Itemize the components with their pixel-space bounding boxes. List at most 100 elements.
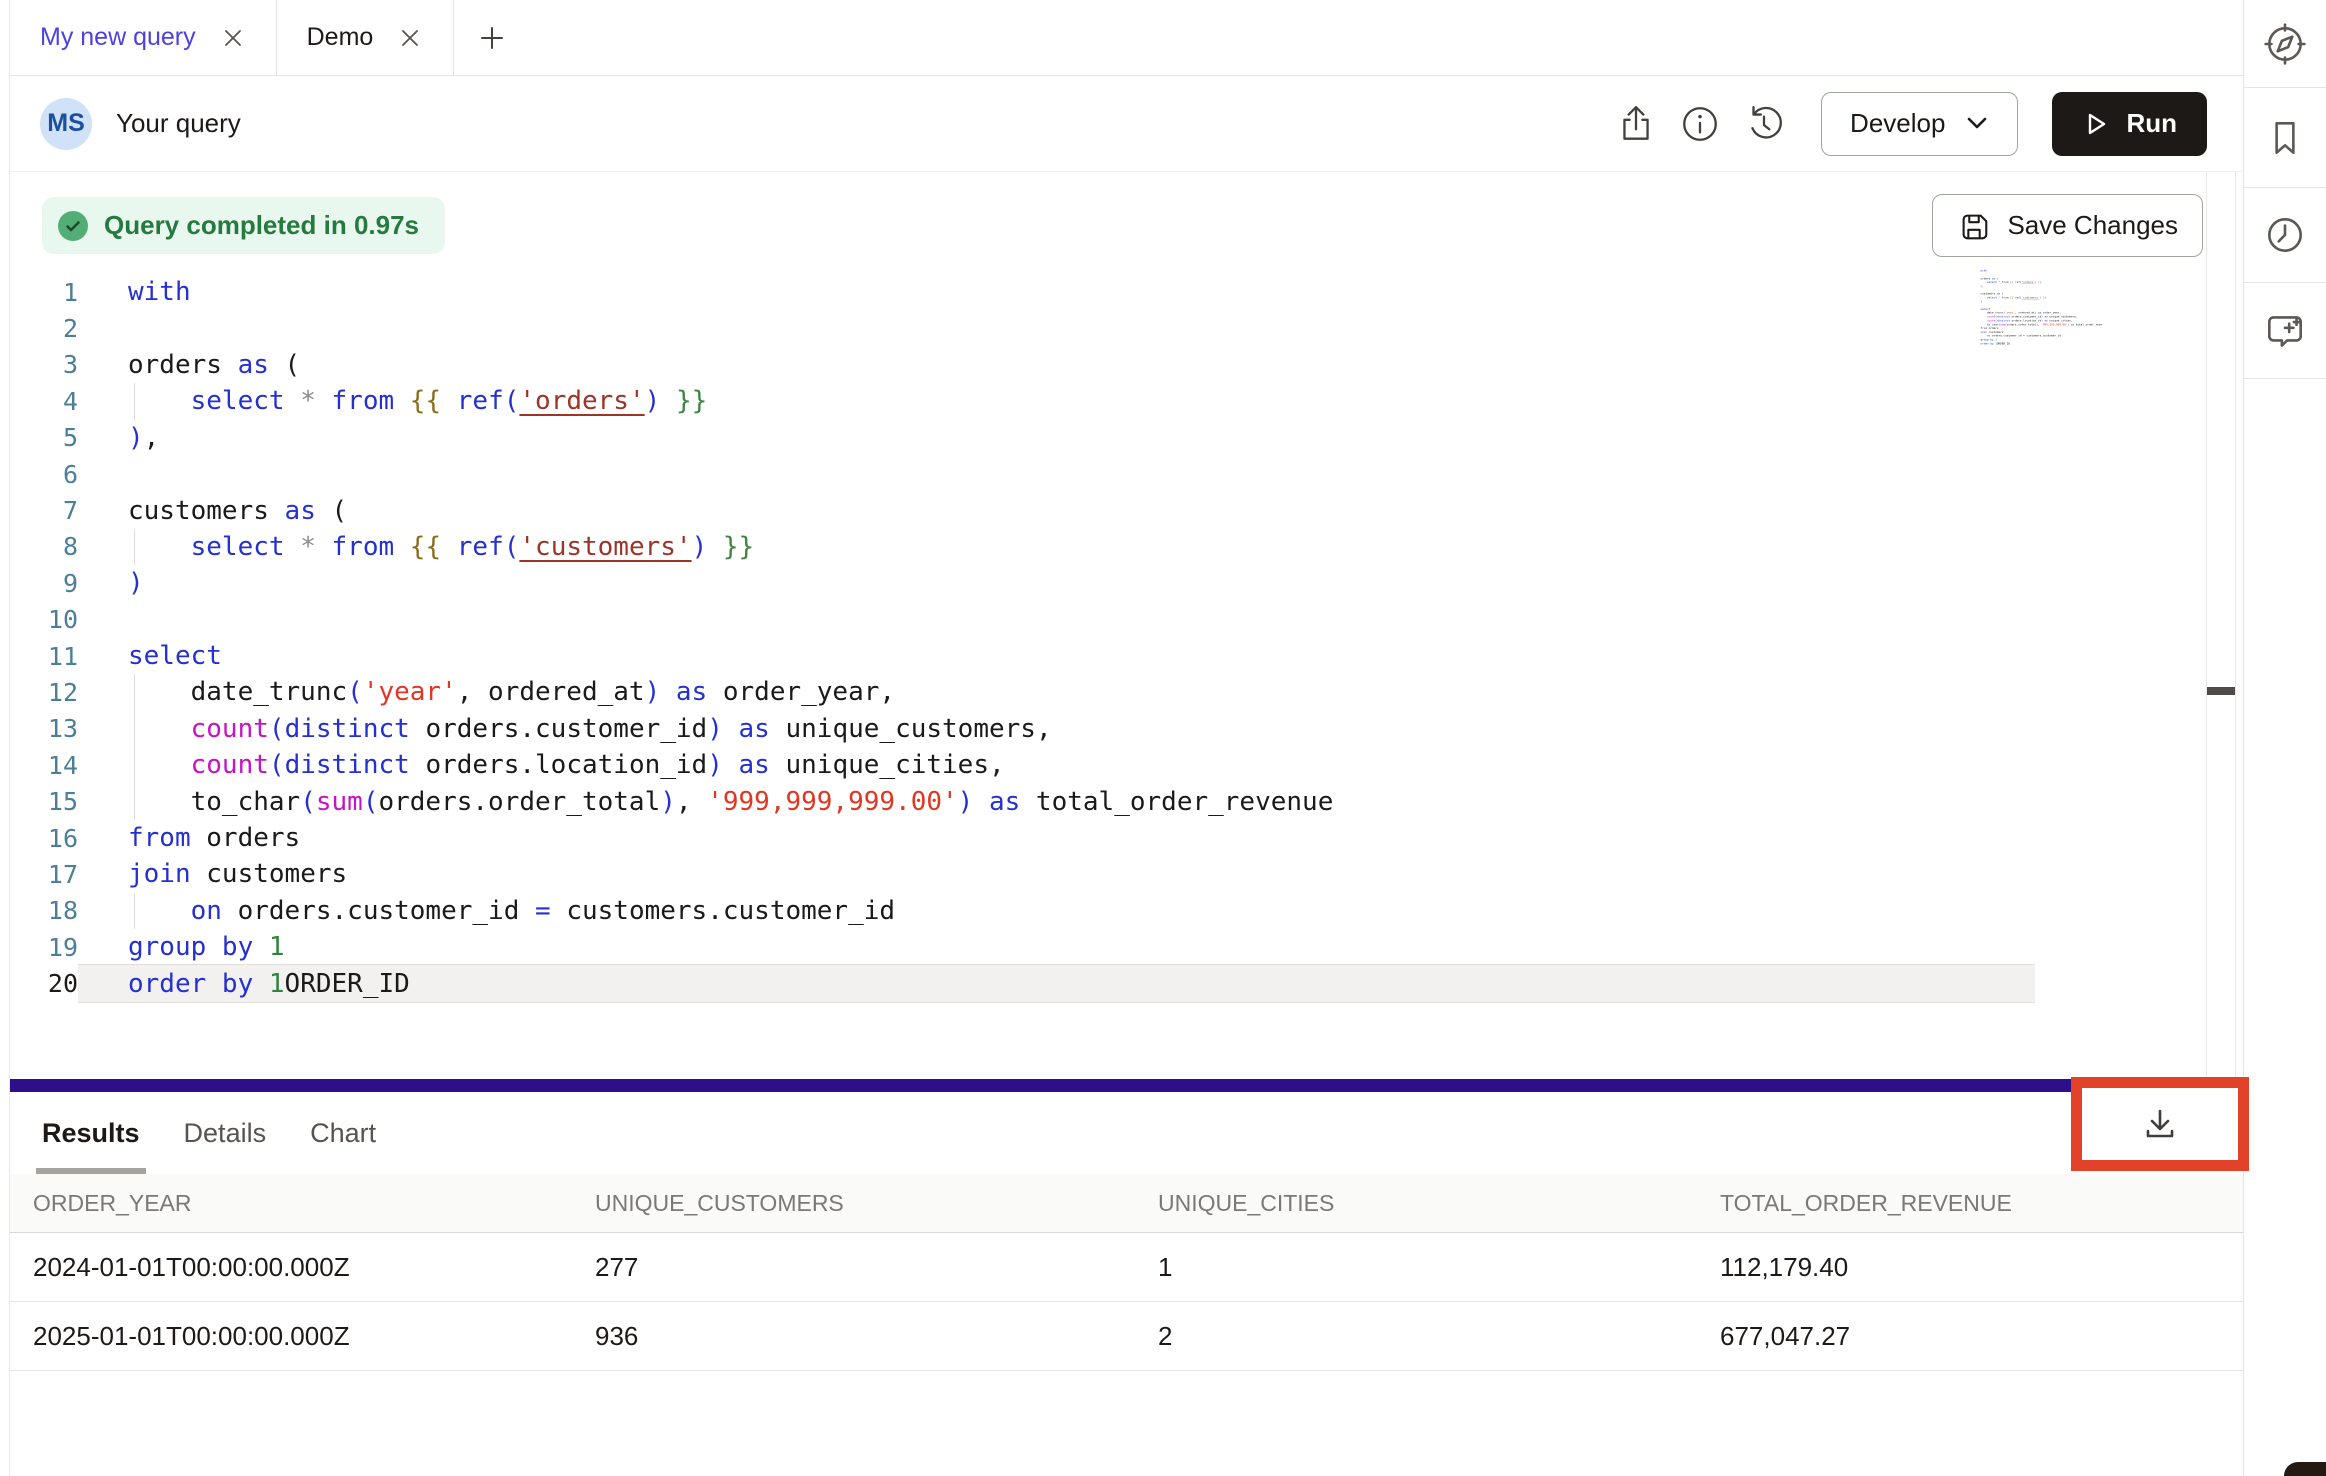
code-text: ), [78,420,2035,456]
sql-editor: Query completed in 0.97s Save Changes 1w… [10,172,2243,1079]
tab-bar: My new query Demo [10,0,2243,76]
status-badge: Query completed in 0.97s [42,197,445,254]
query-toolbar: MS Your query Develop [10,76,2243,172]
results-tab-results[interactable]: Results [42,1092,140,1174]
table-cell: 936 [595,1321,1158,1352]
line-number: 14 [10,751,78,780]
code-area[interactable]: 1with23orders as (4 select * from {{ ref… [10,274,2035,1002]
app-window: My new queryDemo MS Your query [0,0,2326,1476]
share-button[interactable] [1607,95,1665,153]
code-line-5[interactable]: 5), [10,420,2035,456]
download-icon [2140,1104,2180,1144]
scrollbar-handle[interactable] [2207,687,2235,695]
code-area[interactable]: 1with23orders as (4 select * from {{ ref… [1980,269,2102,345]
close-icon[interactable] [397,25,423,51]
code-line-6[interactable]: 6 [10,456,2035,492]
code-line-9[interactable]: 9) [10,565,2035,601]
code-line-7[interactable]: 7customers as ( [10,492,2035,528]
code-line-13[interactable]: 13 count(distinct orders.customer_id) as… [10,711,2035,747]
panel-resize-divider[interactable] [10,1079,2243,1092]
bookmark-icon [2262,115,2308,161]
clock-icon [2262,212,2308,258]
code-line-4[interactable]: 4 select * from {{ ref('orders') }} [10,383,2035,419]
sidebar-ai-chat-button[interactable] [2244,283,2326,379]
code-text: group by 1 [78,929,2035,965]
code-text: on orders.customer_id = customers.custom… [78,893,2035,929]
tab-my-new-query[interactable]: My new query [10,0,277,75]
table-cell: 1 [1158,1252,1720,1283]
results-tab-details[interactable]: Details [184,1092,267,1174]
line-number: 12 [10,678,78,707]
table-body: 2024-01-01T00:00:00.000Z2771112,179.40 20… [10,1233,2243,1371]
close-icon[interactable] [220,25,246,51]
column-header[interactable]: UNIQUE_CUSTOMERS [595,1190,1158,1217]
window-corner-shape [2284,1462,2326,1476]
code-line-8[interactable]: 8 select * from {{ ref('customers') }} [10,529,2035,565]
develop-dropdown[interactable]: Develop [1821,92,2018,156]
download-results-button[interactable] [2140,1104,2180,1144]
code-text: select * from {{ ref('orders') }} [78,383,2035,419]
code-line-3[interactable]: 3orders as ( [10,347,2035,383]
tab-label: Demo [307,23,374,52]
code-text: orders as ( [78,347,2035,383]
line-number: 7 [10,496,78,525]
table-cell: 2025-01-01T00:00:00.000Z [33,1321,595,1352]
line-number: 8 [10,532,78,561]
code-text: with [78,274,2035,310]
tab-demo[interactable]: Demo [277,0,455,75]
code-line-18[interactable]: 18 on orders.customer_id = customers.cus… [10,893,2035,929]
save-label: Save Changes [2007,210,2178,241]
line-number: 20 [10,969,78,998]
code-line-12[interactable]: 12 date_trunc('year', ordered_at) as ord… [10,674,2035,710]
code-line-11[interactable]: 11select [10,638,2035,674]
line-number: 1 [10,278,78,307]
table-cell: 277 [595,1252,1158,1283]
editor-minimap[interactable]: 1with23orders as (4 select * from {{ ref… [1980,269,2102,365]
tab-label: My new query [40,23,196,52]
plus-icon [477,23,507,53]
line-number: 4 [10,387,78,416]
column-header[interactable]: TOTAL_ORDER_REVENUE [1720,1190,2243,1217]
compass-icon [2262,21,2308,67]
code-line-2[interactable]: 2 [10,310,2035,346]
sidebar-bookmarks-button[interactable] [2244,88,2326,188]
line-number: 18 [10,896,78,925]
column-header[interactable]: UNIQUE_CITIES [1158,1190,1720,1217]
code-text: select [78,638,2035,674]
history-button[interactable] [1735,95,1793,153]
table-row: 2025-01-01T00:00:00.000Z9362677,047.27 [10,1302,2243,1371]
code-line-10[interactable]: 10 [10,602,2035,638]
code-line-19[interactable]: 19group by 1 [10,929,2035,965]
history-icon [1743,103,1785,145]
results-tab-chart[interactable]: Chart [310,1092,376,1174]
line-number: 11 [10,642,78,671]
sidebar-history-button[interactable] [2244,188,2326,283]
code-text: ) [78,565,2035,601]
sidebar-explore-button[interactable] [2244,0,2326,88]
new-tab-button[interactable] [454,0,530,75]
line-number: 3 [10,350,78,379]
code-line-20[interactable]: 20order by 1ORDER_ID [10,965,2035,1001]
editor-scrollbar[interactable] [2206,172,2236,1079]
save-changes-button[interactable]: Save Changes [1932,194,2203,257]
table-header-row: ORDER_YEARUNIQUE_CUSTOMERSUNIQUE_CITIEST… [10,1174,2243,1233]
run-button[interactable]: Run [2052,92,2207,156]
table-cell: 112,179.40 [1720,1252,2243,1283]
column-header[interactable]: ORDER_YEAR [33,1190,595,1217]
share-icon [1615,103,1657,145]
code-line-1[interactable]: 1with [10,274,2035,310]
code-line-15[interactable]: 15 to_char(sum(orders.order_total), '999… [10,783,2035,819]
code-line-16[interactable]: 16from orders [10,820,2035,856]
code-text [78,310,2035,346]
code-line-14[interactable]: 14 count(distinct orders.location_id) as… [10,747,2035,783]
code-line-20[interactable]: 20order by 1ORDER_ID [1980,342,2102,346]
table-cell: 2024-01-01T00:00:00.000Z [33,1252,595,1283]
code-text: count(distinct orders.location_id) as un… [78,747,2035,783]
code-text [78,602,2035,638]
code-line-17[interactable]: 17join customers [10,856,2035,892]
develop-label: Develop [1850,108,1945,139]
avatar[interactable]: MS [40,98,92,150]
info-button[interactable] [1671,95,1729,153]
line-number: 16 [10,824,78,853]
ai-chat-icon [2262,308,2308,354]
